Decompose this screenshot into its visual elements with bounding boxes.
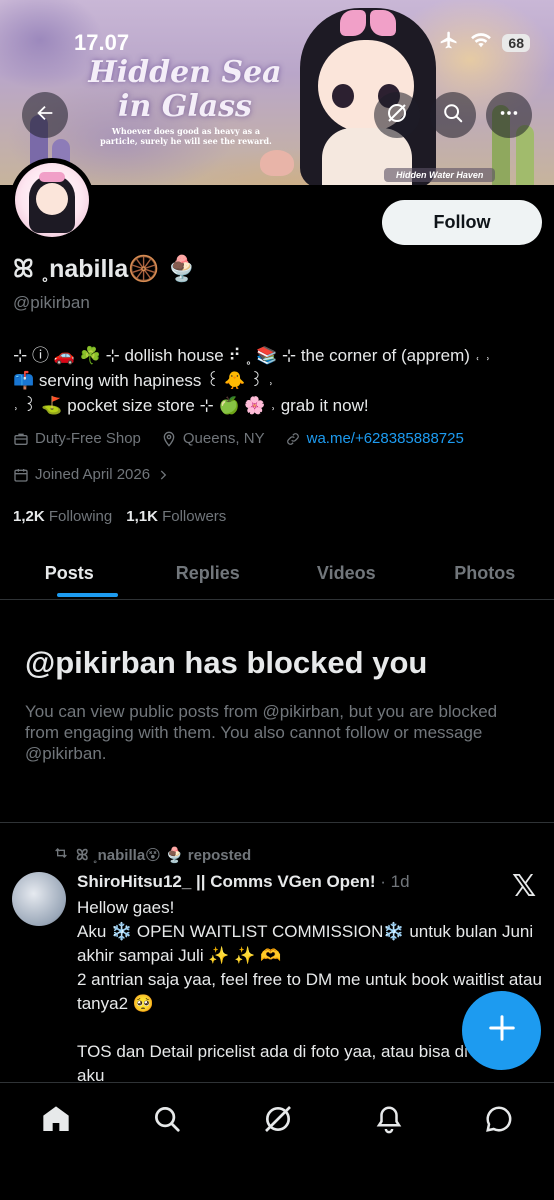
nav-messages[interactable] xyxy=(479,1101,519,1141)
nav-search[interactable] xyxy=(147,1101,187,1141)
profile-meta: Duty-Free Shop Queens, NY wa.me/+6283858… xyxy=(13,430,464,447)
post-author-avatar[interactable] xyxy=(12,872,66,926)
briefcase-icon xyxy=(13,431,29,447)
doll-eye xyxy=(332,84,354,108)
bow-decoration xyxy=(340,10,396,36)
search-button[interactable] xyxy=(430,92,476,138)
location-icon xyxy=(161,431,177,447)
followers-label: Followers xyxy=(162,508,227,525)
arrow-left-icon xyxy=(34,102,56,129)
profile-bio: ⊹ ⓘ 🚗 ☘️ ⊹ dollish house ⠞ ˳ 📚 ⊹ the cor… xyxy=(13,343,543,418)
followers-link[interactable]: 1,1K Followers xyxy=(126,508,226,525)
message-icon xyxy=(484,1104,514,1139)
following-count: 1,2K xyxy=(13,508,45,525)
avatar-image xyxy=(15,163,89,237)
tab-videos[interactable]: Videos xyxy=(277,548,416,599)
status-time: 17.07 xyxy=(74,30,130,55)
grok-icon xyxy=(262,1103,294,1140)
profile-category: Duty-Free Shop xyxy=(35,430,141,447)
repost-text: ꕤ ˳nabilla😵 🍨 reposted xyxy=(76,847,252,864)
plus-icon xyxy=(487,1013,517,1048)
bio-line: ˒ ꒱ ⛳️ pocket size store ⊹ 🍏 🌸 ˒ grab it… xyxy=(13,396,369,415)
bell-icon xyxy=(374,1104,404,1139)
follow-button[interactable]: Follow xyxy=(382,200,542,245)
avatar-face xyxy=(36,183,68,215)
profile-avatar[interactable] xyxy=(10,158,94,242)
tab-photos[interactable]: Photos xyxy=(416,548,554,599)
home-icon xyxy=(40,1103,72,1140)
joined-row[interactable]: Joined April 2026 xyxy=(13,466,172,483)
grok-icon xyxy=(385,101,409,130)
blocked-message: You can view public posts from @pikirban… xyxy=(25,702,498,763)
avatar-bow xyxy=(39,172,65,182)
link-icon xyxy=(285,431,301,447)
active-tab-indicator xyxy=(57,593,118,597)
search-icon xyxy=(152,1104,182,1139)
banner-sign: Hidden Water Haven xyxy=(384,168,496,182)
shell-decoration xyxy=(260,150,294,176)
profile-location: Queens, NY xyxy=(182,430,265,447)
post-time: · 1d xyxy=(375,872,410,891)
repost-icon xyxy=(52,845,70,865)
post-author-name[interactable]: ShiroHitsu12_ || Comms VGen Open! xyxy=(77,872,376,891)
tab-posts[interactable]: Posts xyxy=(0,548,139,599)
followers-count: 1,1K xyxy=(126,508,158,525)
display-name: ꕤ ˳nabilla🛞 🍨 xyxy=(13,255,198,283)
divider xyxy=(0,822,554,823)
blocked-title: @pikirban has blocked you xyxy=(25,645,428,680)
post-header: ShiroHitsu12_ || Comms VGen Open! · 1d xyxy=(77,872,410,892)
nav-grok[interactable] xyxy=(258,1101,298,1141)
more-icon xyxy=(498,102,520,129)
grok-button[interactable] xyxy=(374,92,420,138)
nav-home[interactable] xyxy=(36,1101,76,1141)
profile-handle: @pikirban xyxy=(13,293,90,312)
joined-date: Joined April 2026 xyxy=(35,466,151,483)
search-icon xyxy=(442,102,464,129)
more-button[interactable] xyxy=(486,92,532,138)
tab-replies[interactable]: Replies xyxy=(139,548,278,599)
chevron-right-icon xyxy=(156,467,172,483)
banner-subtitle: Whoever does good as heavy as a particle… xyxy=(100,126,272,146)
nav-notifications[interactable] xyxy=(369,1101,409,1141)
calendar-icon xyxy=(13,467,29,483)
bio-line: ⊹ ⓘ 🚗 ☘️ ⊹ dollish house ⠞ ˳ 📚 ⊹ the cor… xyxy=(13,346,491,365)
following-link[interactable]: 1,2K Following xyxy=(13,508,112,525)
compose-button[interactable] xyxy=(462,991,541,1070)
bottom-navigation xyxy=(0,1082,554,1200)
bio-line: 📫 serving with hapiness ꒰ 🐥 ꒱ ˒ xyxy=(13,371,274,390)
wifi-icon xyxy=(470,31,492,54)
airplane-icon xyxy=(438,30,460,55)
status-icons: 68 xyxy=(438,30,530,55)
following-label: Following xyxy=(48,508,113,525)
follow-counts: 1,2K Following 1,1K Followers xyxy=(13,508,226,525)
battery-indicator: 68 xyxy=(502,33,530,52)
banner-title: Hidden Sea in Glass xyxy=(88,55,282,124)
profile-website-link[interactable]: wa.me/+628385888725 xyxy=(307,430,464,447)
repost-indicator: ꕤ ˳nabilla😵 🍨 reposted xyxy=(52,845,251,865)
profile-banner: Hidden Sea in Glass Whoever does good as… xyxy=(0,0,554,185)
back-button[interactable] xyxy=(22,92,68,138)
